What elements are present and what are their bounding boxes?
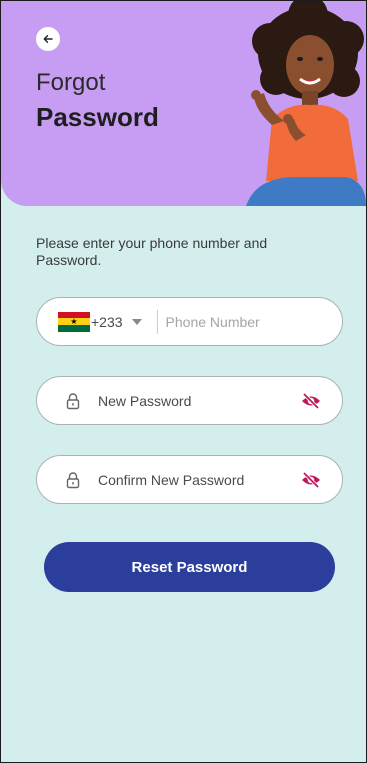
back-button[interactable] bbox=[36, 27, 60, 51]
country-dial-code[interactable]: +233 bbox=[91, 314, 123, 330]
page-title-line2: Password bbox=[36, 102, 159, 132]
forgot-password-screen: Forgot Password Please enter your phone … bbox=[0, 0, 367, 763]
instruction-text: Please enter your phone number and Passw… bbox=[36, 235, 268, 268]
confirm-password-input[interactable] bbox=[96, 470, 290, 489]
phone-field[interactable]: ★ +233 bbox=[36, 297, 343, 346]
chevron-down-icon[interactable] bbox=[131, 318, 142, 325]
ghana-flag-icon[interactable]: ★ bbox=[58, 311, 90, 332]
page-title-line1: Forgot bbox=[36, 69, 106, 96]
lock-icon bbox=[66, 392, 80, 409]
new-password-field[interactable] bbox=[36, 376, 343, 425]
phone-number-input[interactable] bbox=[163, 312, 318, 331]
field-divider bbox=[156, 309, 158, 334]
eye-off-icon[interactable] bbox=[300, 390, 322, 412]
woman-illustration bbox=[246, 1, 366, 206]
new-password-input[interactable] bbox=[96, 391, 290, 410]
reset-password-button[interactable]: Reset Password bbox=[44, 542, 335, 592]
header-banner: Forgot Password bbox=[1, 1, 366, 206]
eye-off-icon[interactable] bbox=[300, 469, 322, 491]
confirm-password-field[interactable] bbox=[36, 455, 343, 504]
arrow-left-icon bbox=[43, 35, 53, 43]
lock-icon bbox=[66, 471, 80, 488]
